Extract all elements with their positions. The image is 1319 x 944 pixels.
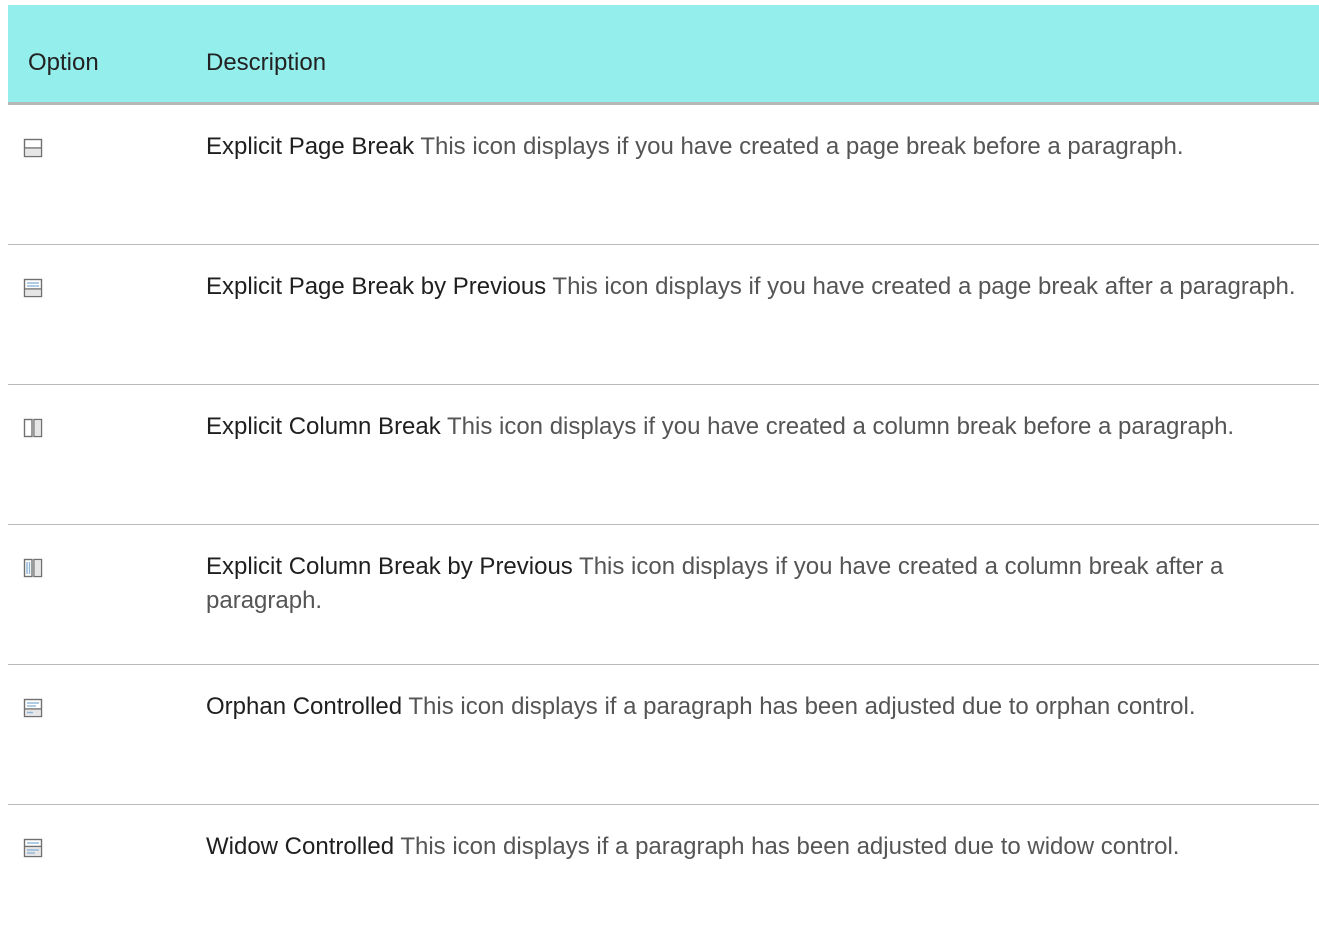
column-break-by-previous-icon	[23, 558, 43, 578]
option-text: This icon displays if you have created a…	[546, 273, 1296, 300]
row-description: Widow Controlled This icon displays if a…	[206, 830, 1311, 864]
table-row: Explicit Column Break This icon displays…	[8, 385, 1319, 525]
table-row: Explicit Page Break by Previous This ico…	[8, 245, 1319, 385]
option-text: This icon displays if a paragraph has be…	[394, 833, 1180, 860]
row-description: Explicit Page Break This icon displays i…	[206, 130, 1311, 164]
page-break-icon	[23, 138, 43, 158]
option-term: Widow Controlled	[206, 833, 395, 860]
column-header-option: Option	[28, 49, 99, 76]
table-row: Explicit Page Break This icon displays i…	[8, 105, 1319, 245]
option-term: Orphan Controlled	[206, 693, 403, 720]
widow-controlled-icon	[23, 838, 43, 858]
row-description: Explicit Column Break by Previous This i…	[206, 550, 1311, 618]
option-term: Explicit Column Break by Previous	[206, 553, 573, 580]
option-term: Explicit Column Break	[206, 413, 441, 440]
orphan-controlled-icon	[23, 698, 43, 718]
table-header: Option Description	[8, 5, 1319, 105]
option-text: This icon displays if you have created a…	[440, 413, 1235, 440]
table-row: Widow Controlled This icon displays if a…	[8, 805, 1319, 944]
option-text: This icon displays if you have created a…	[414, 133, 1184, 160]
column-header-description: Description	[206, 49, 327, 76]
row-description: Explicit Column Break This icon displays…	[206, 410, 1311, 444]
row-description: Orphan Controlled This icon displays if …	[206, 690, 1311, 724]
table-row: Orphan Controlled This icon displays if …	[8, 665, 1319, 805]
option-term: Explicit Page Break	[206, 133, 415, 160]
table-row: Explicit Column Break by Previous This i…	[8, 525, 1319, 665]
option-text: This icon displays if a paragraph has be…	[402, 693, 1196, 720]
row-description: Explicit Page Break by Previous This ico…	[206, 270, 1311, 304]
option-term: Explicit Page Break by Previous	[206, 273, 547, 300]
column-break-icon	[23, 418, 43, 438]
options-table: Option Description Explicit Page Break T…	[8, 5, 1319, 944]
page-break-by-previous-icon	[23, 278, 43, 298]
